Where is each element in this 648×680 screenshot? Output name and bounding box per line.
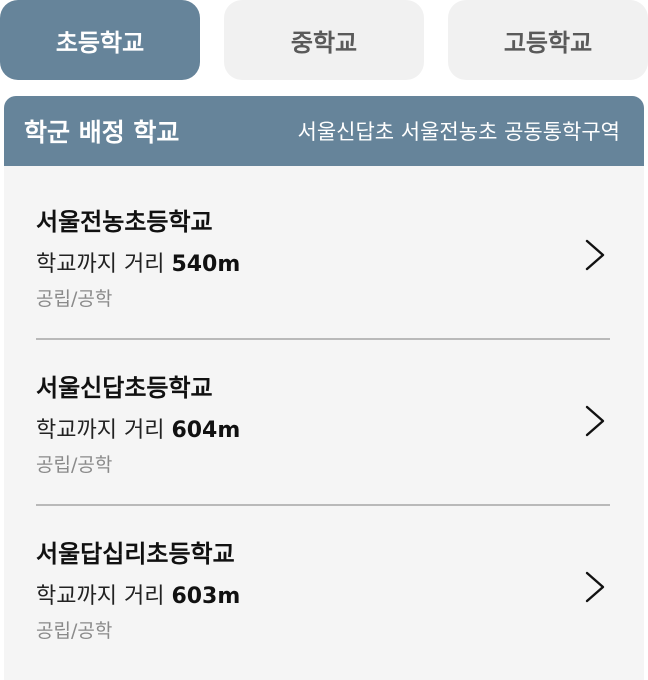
school-list: 서울전농초등학교 학교까지 거리 540m 공립/공학 서울신답초등학교 학교까… (4, 166, 644, 670)
panel-title: 학군 배정 학교 (24, 118, 180, 147)
school-name: 서울전농초등학교 (36, 208, 213, 236)
distance-value: 540m (171, 252, 241, 277)
distance-value: 604m (171, 418, 241, 443)
tab-elementary[interactable]: 초등학교 (0, 0, 200, 80)
panel-subtitle: 서울신답초 서울전농초 공동통학구역 (297, 120, 620, 144)
chevron-right-icon[interactable] (584, 570, 606, 604)
distance-label: 학교까지 거리 (36, 418, 165, 443)
school-type: 공립/공학 (36, 620, 113, 642)
chevron-right-icon[interactable] (584, 238, 606, 272)
school-distance: 학교까지 거리 540m (36, 246, 240, 278)
tab-high[interactable]: 고등학교 (448, 0, 648, 80)
school-name: 서울답십리초등학교 (36, 540, 235, 568)
school-list-item[interactable]: 서울신답초등학교 학교까지 거리 604m 공립/공학 (36, 338, 610, 504)
school-list-item[interactable]: 서울답십리초등학교 학교까지 거리 603m 공립/공학 (36, 504, 610, 670)
chevron-right-icon[interactable] (584, 404, 606, 438)
school-name: 서울신답초등학교 (36, 374, 213, 402)
distance-value: 603m (171, 584, 241, 609)
distance-label: 학교까지 거리 (36, 584, 165, 609)
school-distance: 학교까지 거리 603m (36, 578, 240, 610)
school-level-tabs: 초등학교 중학교 고등학교 (0, 0, 648, 80)
school-list-item[interactable]: 서울전농초등학교 학교까지 거리 540m 공립/공학 (36, 166, 610, 338)
panel-header: 학군 배정 학교 서울신답초 서울전농초 공동통학구역 (4, 96, 644, 166)
distance-label: 학교까지 거리 (36, 252, 165, 277)
assigned-schools-panel: 학군 배정 학교 서울신답초 서울전농초 공동통학구역 서울전농초등학교 학교까… (4, 96, 644, 680)
tab-middle[interactable]: 중학교 (224, 0, 424, 80)
school-distance: 학교까지 거리 604m (36, 412, 240, 444)
school-type: 공립/공학 (36, 454, 113, 476)
school-type: 공립/공학 (36, 288, 113, 310)
